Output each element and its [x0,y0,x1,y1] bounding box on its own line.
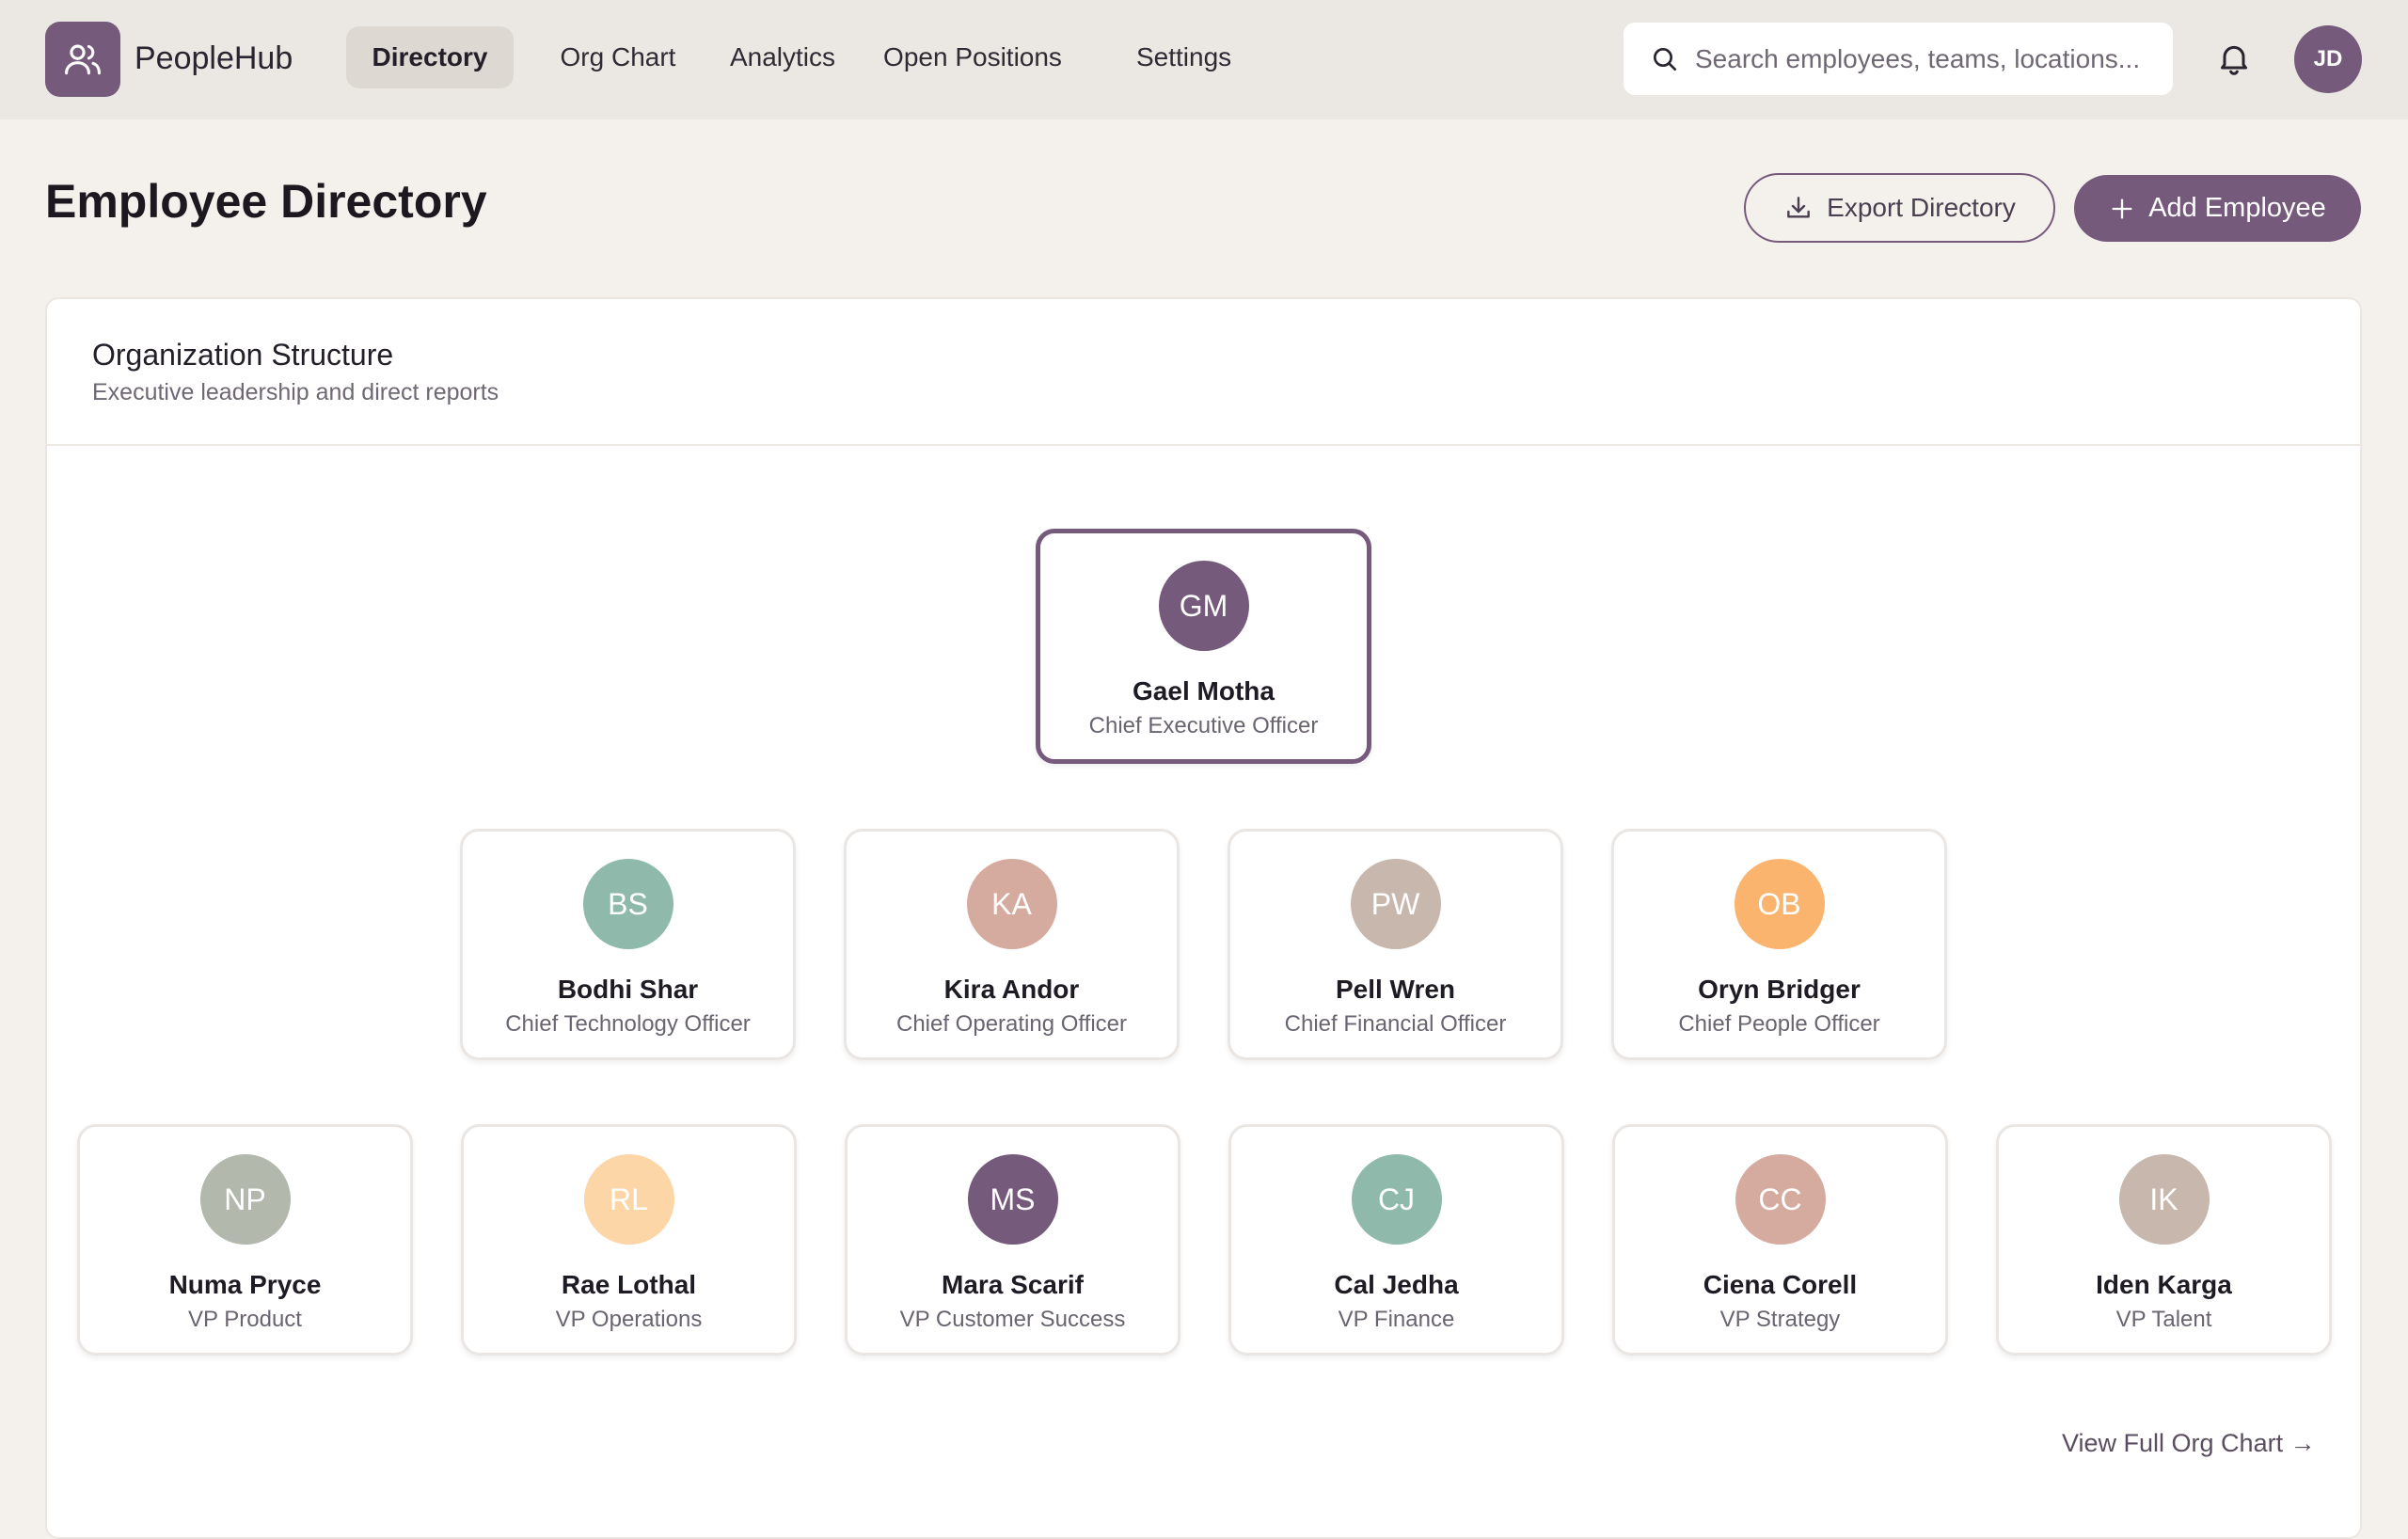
employee-name: Mara Scarif [942,1270,1084,1299]
nav-open-positions[interactable]: Open Positions [873,26,1072,88]
add-employee-button[interactable]: Add Employee [2074,175,2361,242]
employee-name: Ciena Corell [1703,1270,1858,1299]
people-icon [65,44,101,75]
nav-analytics[interactable]: Analytics [715,26,850,88]
nav-directory[interactable]: Directory [346,26,514,88]
avatar: MS [967,1154,1058,1245]
card-header: Organization Structure Executive leaders… [47,299,2360,446]
employee-name: Gael Motha [1133,676,1275,706]
search-box [1624,23,2173,95]
org-node-vp[interactable]: CJ Cal Jedha VP Finance [1228,1124,1564,1356]
nav-org-chart[interactable]: Org Chart [534,26,702,88]
avatar: KA [966,859,1057,949]
org-node-executive[interactable]: BS Bodhi Shar Chief Technology Officer [460,829,796,1060]
employee-role: Chief Financial Officer [1284,1011,1507,1037]
top-navigation-bar: PeopleHub Directory Org Chart Analytics … [0,0,2408,119]
employee-name: Rae Lothal [561,1270,697,1299]
org-node-executive[interactable]: KA Kira Andor Chief Operating Officer [844,829,1180,1060]
org-node-executive[interactable]: PW Pell Wren Chief Financial Officer [1228,829,1563,1060]
plus-icon [2112,198,2132,218]
page-title: Employee Directory [45,175,487,228]
employee-role: VP Customer Success [899,1307,1126,1332]
export-directory-button[interactable]: Export Directory [1744,173,2055,243]
download-icon [1787,197,1811,218]
org-node-vp[interactable]: CC Ciena Corell VP Strategy [1612,1124,1948,1356]
user-avatar[interactable]: JD [2294,25,2362,93]
avatar: NP [199,1154,291,1245]
search-input[interactable] [1695,43,2156,74]
employee-name: Oryn Bridger [1698,975,1861,1004]
avatar: RL [583,1154,674,1245]
org-node-executive[interactable]: OB Oryn Bridger Chief People Officer [1611,829,1947,1060]
bell-icon[interactable] [2215,40,2253,77]
org-node-ceo[interactable]: GM Gael Motha Chief Executive Officer [1036,529,1371,764]
avatar: GM [1158,561,1249,651]
employee-name: Kira Andor [943,975,1080,1004]
org-node-vp[interactable]: IK Iden Karga VP Talent [1996,1124,2332,1356]
avatar: OB [1734,859,1825,949]
employee-role: VP Finance [1338,1307,1455,1332]
employee-name: Cal Jedha [1334,1270,1459,1299]
search-icon [1654,47,1676,71]
employee-role: VP Operations [555,1307,703,1332]
org-node-vp[interactable]: RL Rae Lothal VP Operations [461,1124,797,1356]
export-directory-label: Export Directory [1827,193,2016,222]
avatar: IK [2118,1154,2210,1245]
employee-role: VP Strategy [1719,1307,1841,1332]
logo[interactable] [45,22,120,97]
avatar: CJ [1351,1154,1442,1245]
employee-role: Chief Technology Officer [505,1011,751,1037]
avatar: PW [1350,859,1441,949]
card-subtitle: Executive leadership and direct reports [92,379,499,405]
employee-role: Chief Operating Officer [895,1011,1127,1037]
nav-settings-label: Settings [1136,42,1232,71]
org-node-vp[interactable]: NP Numa Pryce VP Product [77,1124,413,1356]
brand-name: PeopleHub [135,40,293,76]
add-employee-label: Add Employee [2148,193,2326,223]
org-node-vp[interactable]: MS Mara Scarif VP Customer Success [845,1124,1180,1356]
employee-name: Iden Karga [2096,1270,2232,1299]
view-full-org-chart-link[interactable]: View Full Org Chart → [2062,1428,2316,1458]
avatar: CC [1735,1154,1826,1245]
employee-name: Numa Pryce [168,1270,322,1299]
employee-role: VP Product [188,1307,302,1332]
card-title: Organization Structure [92,338,394,372]
avatar: BS [582,859,673,949]
employee-role: Chief Executive Officer [1088,713,1319,738]
employee-role: VP Talent [2115,1307,2212,1332]
employee-role: Chief People Officer [1678,1011,1880,1037]
employee-name: Pell Wren [1335,975,1456,1004]
employee-name: Bodhi Shar [557,975,699,1004]
